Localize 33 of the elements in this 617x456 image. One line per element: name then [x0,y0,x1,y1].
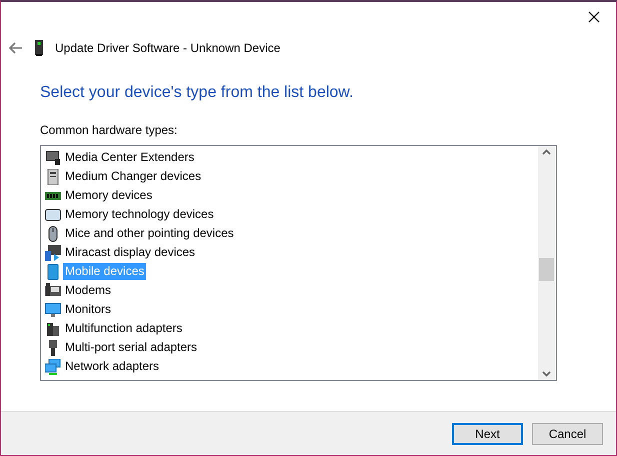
scroll-down-icon[interactable] [542,371,551,377]
device-icon [35,40,43,56]
scrollbar[interactable] [538,146,555,380]
close-icon [588,11,600,23]
back-button[interactable] [9,42,23,54]
screen-cast-icon [45,244,61,260]
monitor-icon [45,302,61,318]
back-arrow-icon [9,42,23,54]
scroll-thumb[interactable] [539,258,554,281]
next-button[interactable]: Next [452,422,523,444]
list-item[interactable]: Multi-port serial adapters [63,339,200,356]
cancel-button[interactable]: Cancel [532,422,603,444]
list-item[interactable]: Mice and other pointing devices [63,225,236,242]
adapter-icon [45,320,61,336]
list-item[interactable]: Multifunction adapters [63,320,184,337]
heading: Select your device's type from the list below. [40,83,354,103]
list-item[interactable]: Miracast display devices [63,244,198,261]
list-item[interactable]: Media Center Extenders [63,149,196,166]
scroll-up-icon[interactable] [542,149,551,155]
list-item[interactable]: Network adapters [63,358,162,375]
phone-icon [45,264,61,280]
list-item[interactable]: Memory devices [63,187,154,204]
list-item[interactable]: Memory technology devices [63,206,216,223]
list-item[interactable]: Medium Changer devices [63,168,204,185]
modem-icon [45,282,61,298]
drive-unit-icon [45,168,61,184]
list-item[interactable]: Monitors [63,301,114,318]
network-icon [45,358,61,374]
memory-card-icon [45,206,61,222]
list-item[interactable]: Modems [63,282,114,299]
window-title: Update Driver Software - Unknown Device [55,40,280,57]
list-label: Common hardware types: [40,122,178,139]
monitor-icon [45,150,61,166]
